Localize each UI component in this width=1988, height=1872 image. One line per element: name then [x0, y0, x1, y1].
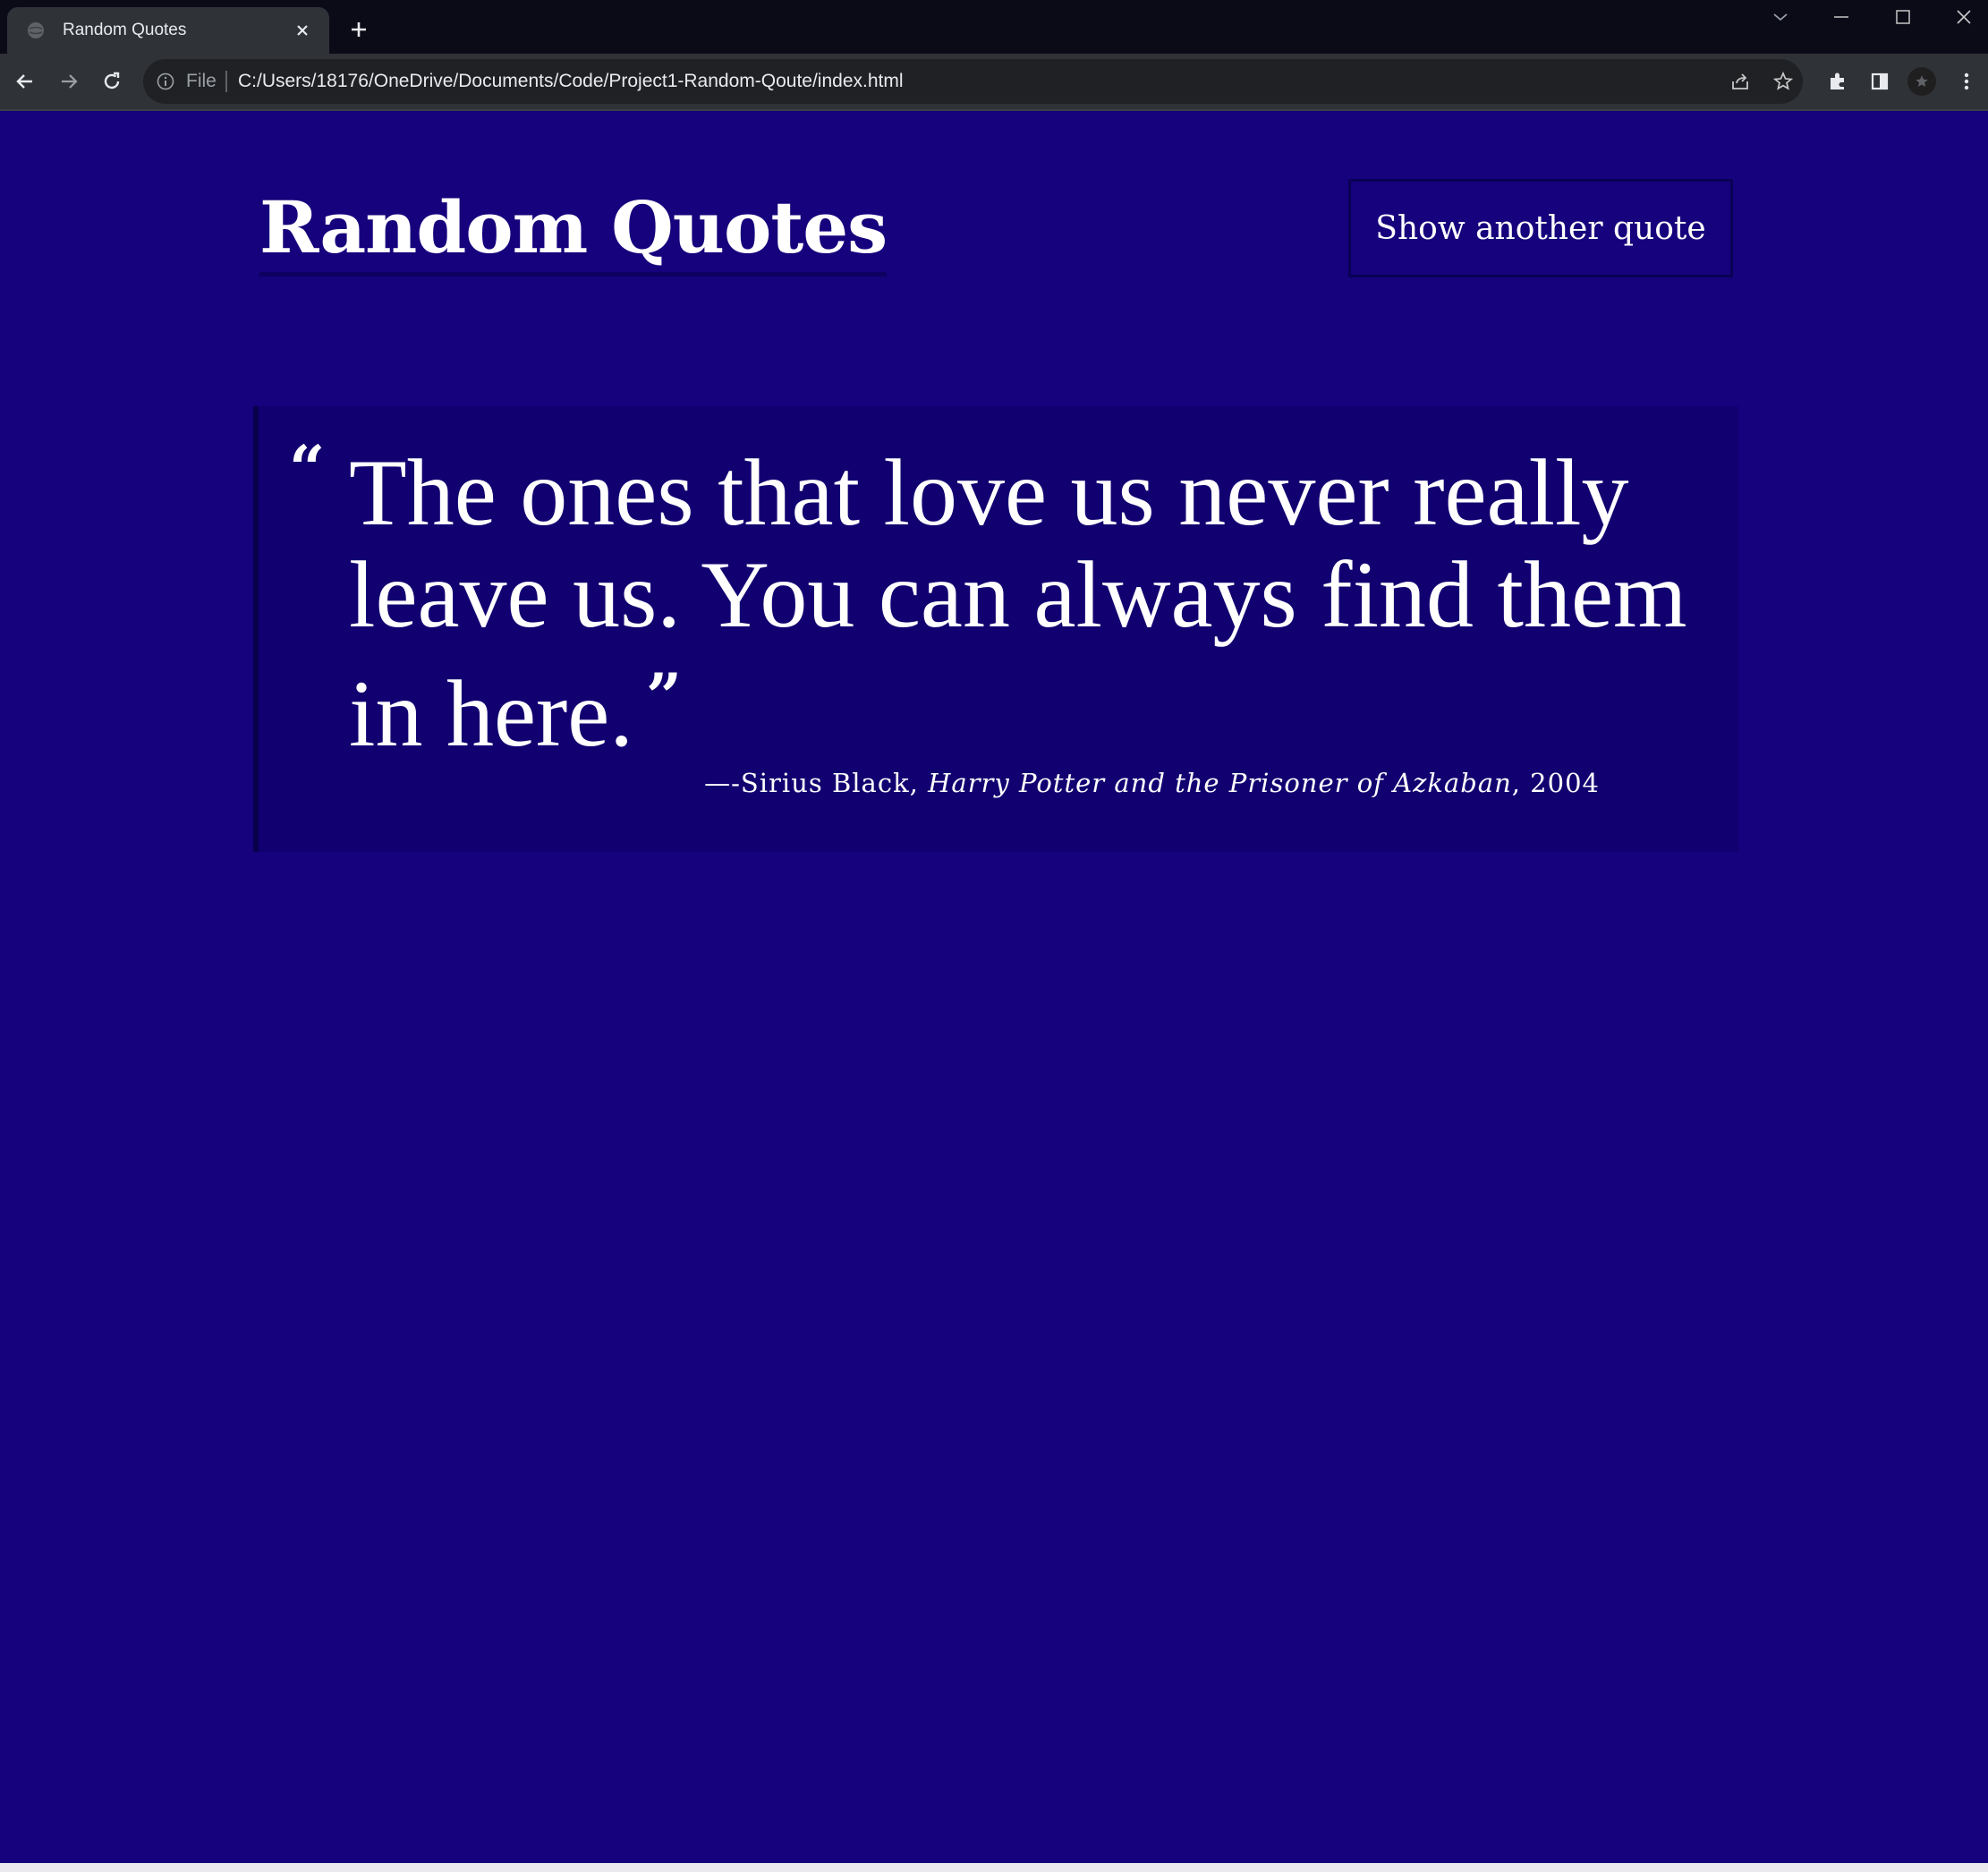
- close-quote-mark: ”: [645, 659, 683, 734]
- quote-text-block: The ones that love us never really leave…: [349, 442, 1709, 765]
- maximize-button[interactable]: [1881, 4, 1925, 30]
- url-scheme-label: File: [186, 71, 217, 91]
- taskbar-edge: [0, 1863, 1988, 1872]
- side-panel-icon: [1871, 72, 1889, 90]
- profile-avatar[interactable]: [1907, 67, 1936, 96]
- close-tab-icon[interactable]: [290, 18, 315, 43]
- url-divider: [225, 71, 227, 92]
- bookmark-star-icon[interactable]: [1769, 67, 1797, 96]
- address-bar[interactable]: File C:/Users/18176/OneDrive/Documents/C…: [143, 59, 1803, 104]
- back-button[interactable]: [9, 65, 41, 98]
- browser-titlebar: Random Quotes: [0, 0, 1988, 54]
- show-another-quote-button[interactable]: Show another quote: [1348, 179, 1733, 277]
- arrow-left-icon: [16, 74, 32, 89]
- url-text[interactable]: C:/Users/18176/OneDrive/Documents/Code/P…: [238, 70, 904, 93]
- browser-tab[interactable]: Random Quotes: [7, 7, 329, 54]
- side-panel-button[interactable]: [1864, 65, 1896, 98]
- close-window-button[interactable]: [1941, 4, 1986, 30]
- tab-search-button[interactable]: [1758, 4, 1803, 30]
- quote-text: The ones that love us never really leave…: [349, 440, 1687, 766]
- page-content: Random Quotes Show another quote “ The o…: [0, 111, 1988, 1863]
- info-icon[interactable]: [154, 70, 177, 93]
- attribution-year: , 2004: [1511, 768, 1600, 798]
- open-quote-mark: “: [289, 431, 326, 506]
- reload-icon: [104, 72, 120, 89]
- profile-icon: [1916, 75, 1928, 87]
- attribution-source: Harry Potter and the Prisoner of Azkaban: [928, 768, 1512, 798]
- plus-icon: [352, 22, 366, 37]
- close-icon: [1957, 10, 1971, 24]
- chevron-down-icon: [1773, 13, 1788, 21]
- quote-attribution: —-Sirius Black, Harry Potter and the Pri…: [704, 768, 1600, 798]
- tab-title: Random Quotes: [63, 21, 187, 39]
- browser-toolbar: File C:/Users/18176/OneDrive/Documents/C…: [0, 54, 1988, 111]
- reload-button[interactable]: [96, 65, 128, 98]
- extensions-button[interactable]: [1822, 65, 1854, 98]
- arrow-right-icon: [62, 74, 78, 89]
- more-vertical-icon: [1964, 72, 1969, 90]
- menu-button[interactable]: [1950, 65, 1983, 98]
- minimize-button[interactable]: [1819, 4, 1864, 30]
- minimize-icon: [1834, 16, 1848, 18]
- page-title: Random Quotes: [259, 183, 888, 277]
- forward-button[interactable]: [53, 65, 85, 98]
- share-icon[interactable]: [1726, 67, 1754, 96]
- puzzle-icon: [1831, 72, 1844, 89]
- quote-card: “ The ones that love us never really lea…: [253, 406, 1738, 852]
- maximize-icon: [1896, 10, 1910, 24]
- new-tab-button[interactable]: [344, 14, 374, 45]
- globe-icon: [25, 20, 47, 41]
- attribution-author: —-Sirius Black,: [704, 768, 929, 798]
